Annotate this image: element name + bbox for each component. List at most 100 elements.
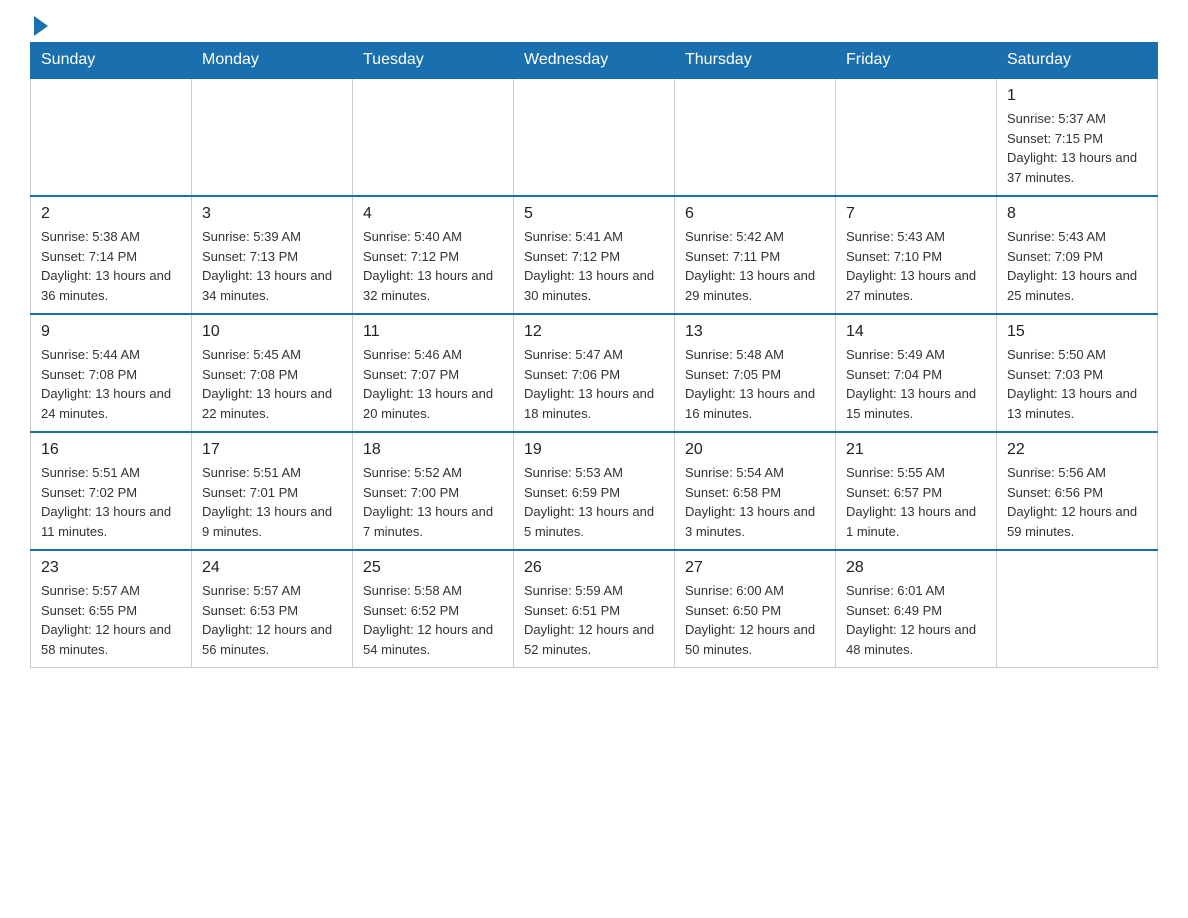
day-number: 20 [685, 441, 825, 459]
calendar-day-cell: 5 Sunrise: 5:41 AMSunset: 7:12 PMDaylight… [514, 196, 675, 314]
page-header [30, 20, 1158, 32]
calendar-week-row: 23 Sunrise: 5:57 AMSunset: 6:55 PMDayligh… [31, 550, 1158, 668]
day-info: Sunrise: 5:51 AMSunset: 7:02 PMDaylight:… [41, 463, 181, 541]
day-info: Sunrise: 5:38 AMSunset: 7:14 PMDaylight:… [41, 227, 181, 305]
day-info: Sunrise: 5:49 AMSunset: 7:04 PMDaylight:… [846, 345, 986, 423]
calendar-day-cell: 27 Sunrise: 6:00 AMSunset: 6:50 PMDayligh… [675, 550, 836, 668]
calendar-day-cell: 20 Sunrise: 5:54 AMSunset: 6:58 PMDayligh… [675, 432, 836, 550]
day-info: Sunrise: 5:43 AMSunset: 7:09 PMDaylight:… [1007, 227, 1147, 305]
day-info: Sunrise: 6:00 AMSunset: 6:50 PMDaylight:… [685, 581, 825, 659]
day-info: Sunrise: 5:59 AMSunset: 6:51 PMDaylight:… [524, 581, 664, 659]
day-number: 6 [685, 205, 825, 223]
calendar-day-cell: 25 Sunrise: 5:58 AMSunset: 6:52 PMDayligh… [353, 550, 514, 668]
day-header-saturday: Saturday [997, 43, 1158, 79]
day-info: Sunrise: 5:51 AMSunset: 7:01 PMDaylight:… [202, 463, 342, 541]
day-info: Sunrise: 5:57 AMSunset: 6:55 PMDaylight:… [41, 581, 181, 659]
calendar-day-cell: 21 Sunrise: 5:55 AMSunset: 6:57 PMDayligh… [836, 432, 997, 550]
day-header-sunday: Sunday [31, 43, 192, 79]
calendar-day-cell: 1 Sunrise: 5:37 AMSunset: 7:15 PMDaylight… [997, 78, 1158, 196]
calendar-day-cell [192, 78, 353, 196]
calendar-week-row: 1 Sunrise: 5:37 AMSunset: 7:15 PMDaylight… [31, 78, 1158, 196]
day-number: 14 [846, 323, 986, 341]
day-info: Sunrise: 5:48 AMSunset: 7:05 PMDaylight:… [685, 345, 825, 423]
calendar-day-cell: 12Sunrise: 5:47 AMSunset: 7:06 PMDayligh… [514, 314, 675, 432]
calendar-day-cell: 24 Sunrise: 5:57 AMSunset: 6:53 PMDayligh… [192, 550, 353, 668]
day-header-thursday: Thursday [675, 43, 836, 79]
calendar-header-row: SundayMondayTuesdayWednesdayThursdayFrid… [31, 43, 1158, 79]
day-number: 25 [363, 559, 503, 577]
calendar-day-cell [997, 550, 1158, 668]
day-header-monday: Monday [192, 43, 353, 79]
calendar-week-row: 9 Sunrise: 5:44 AMSunset: 7:08 PMDaylight… [31, 314, 1158, 432]
day-number: 27 [685, 559, 825, 577]
calendar-day-cell: 6 Sunrise: 5:42 AMSunset: 7:11 PMDaylight… [675, 196, 836, 314]
day-info: Sunrise: 5:52 AMSunset: 7:00 PMDaylight:… [363, 463, 503, 541]
calendar-day-cell: 13 Sunrise: 5:48 AMSunset: 7:05 PMDayligh… [675, 314, 836, 432]
day-info: Sunrise: 6:01 AMSunset: 6:49 PMDaylight:… [846, 581, 986, 659]
logo [30, 20, 48, 32]
calendar-day-cell: 22 Sunrise: 5:56 AMSunset: 6:56 PMDayligh… [997, 432, 1158, 550]
day-number: 8 [1007, 205, 1147, 223]
calendar-day-cell: 8 Sunrise: 5:43 AMSunset: 7:09 PMDaylight… [997, 196, 1158, 314]
calendar-day-cell: 2 Sunrise: 5:38 AMSunset: 7:14 PMDaylight… [31, 196, 192, 314]
logo-arrow-icon [34, 16, 48, 36]
calendar-day-cell: 11Sunrise: 5:46 AMSunset: 7:07 PMDayligh… [353, 314, 514, 432]
day-info: Sunrise: 5:41 AMSunset: 7:12 PMDaylight:… [524, 227, 664, 305]
calendar-day-cell [836, 78, 997, 196]
day-info: Sunrise: 5:46 AMSunset: 7:07 PMDaylight:… [363, 345, 503, 423]
day-number: 10 [202, 323, 342, 341]
day-number: 19 [524, 441, 664, 459]
day-number: 22 [1007, 441, 1147, 459]
day-info: Sunrise: 5:43 AMSunset: 7:10 PMDaylight:… [846, 227, 986, 305]
calendar-day-cell: 17 Sunrise: 5:51 AMSunset: 7:01 PMDayligh… [192, 432, 353, 550]
day-info: Sunrise: 5:53 AMSunset: 6:59 PMDaylight:… [524, 463, 664, 541]
day-info: Sunrise: 5:56 AMSunset: 6:56 PMDaylight:… [1007, 463, 1147, 541]
calendar-day-cell: 28 Sunrise: 6:01 AMSunset: 6:49 PMDayligh… [836, 550, 997, 668]
calendar-day-cell: 19 Sunrise: 5:53 AMSunset: 6:59 PMDayligh… [514, 432, 675, 550]
calendar-day-cell [31, 78, 192, 196]
calendar-day-cell: 16 Sunrise: 5:51 AMSunset: 7:02 PMDayligh… [31, 432, 192, 550]
day-info: Sunrise: 5:44 AMSunset: 7:08 PMDaylight:… [41, 345, 181, 423]
day-number: 13 [685, 323, 825, 341]
calendar-table: SundayMondayTuesdayWednesdayThursdayFrid… [30, 42, 1158, 668]
calendar-day-cell: 7 Sunrise: 5:43 AMSunset: 7:10 PMDaylight… [836, 196, 997, 314]
day-info: Sunrise: 5:42 AMSunset: 7:11 PMDaylight:… [685, 227, 825, 305]
day-info: Sunrise: 5:40 AMSunset: 7:12 PMDaylight:… [363, 227, 503, 305]
day-number: 9 [41, 323, 181, 341]
day-number: 28 [846, 559, 986, 577]
calendar-day-cell: 14 Sunrise: 5:49 AMSunset: 7:04 PMDayligh… [836, 314, 997, 432]
day-number: 5 [524, 205, 664, 223]
day-number: 24 [202, 559, 342, 577]
calendar-day-cell: 26 Sunrise: 5:59 AMSunset: 6:51 PMDayligh… [514, 550, 675, 668]
calendar-day-cell: 15 Sunrise: 5:50 AMSunset: 7:03 PMDayligh… [997, 314, 1158, 432]
day-number: 26 [524, 559, 664, 577]
calendar-day-cell: 9 Sunrise: 5:44 AMSunset: 7:08 PMDaylight… [31, 314, 192, 432]
day-info: Sunrise: 5:54 AMSunset: 6:58 PMDaylight:… [685, 463, 825, 541]
day-info: Sunrise: 5:55 AMSunset: 6:57 PMDaylight:… [846, 463, 986, 541]
calendar-week-row: 16 Sunrise: 5:51 AMSunset: 7:02 PMDayligh… [31, 432, 1158, 550]
day-header-wednesday: Wednesday [514, 43, 675, 79]
day-number: 4 [363, 205, 503, 223]
day-info: Sunrise: 5:57 AMSunset: 6:53 PMDaylight:… [202, 581, 342, 659]
day-number: 23 [41, 559, 181, 577]
day-info: Sunrise: 5:37 AMSunset: 7:15 PMDaylight:… [1007, 109, 1147, 187]
day-number: 17 [202, 441, 342, 459]
day-number: 16 [41, 441, 181, 459]
day-number: 3 [202, 205, 342, 223]
day-info: Sunrise: 5:45 AMSunset: 7:08 PMDaylight:… [202, 345, 342, 423]
day-number: 18 [363, 441, 503, 459]
day-info: Sunrise: 5:50 AMSunset: 7:03 PMDaylight:… [1007, 345, 1147, 423]
calendar-day-cell: 18 Sunrise: 5:52 AMSunset: 7:00 PMDayligh… [353, 432, 514, 550]
calendar-day-cell: 23 Sunrise: 5:57 AMSunset: 6:55 PMDayligh… [31, 550, 192, 668]
calendar-day-cell [675, 78, 836, 196]
day-number: 1 [1007, 87, 1147, 105]
day-number: 12 [524, 323, 664, 341]
day-header-tuesday: Tuesday [353, 43, 514, 79]
calendar-day-cell: 10 Sunrise: 5:45 AMSunset: 7:08 PMDayligh… [192, 314, 353, 432]
day-number: 2 [41, 205, 181, 223]
day-number: 7 [846, 205, 986, 223]
day-number: 15 [1007, 323, 1147, 341]
day-number: 21 [846, 441, 986, 459]
day-info: Sunrise: 5:58 AMSunset: 6:52 PMDaylight:… [363, 581, 503, 659]
calendar-week-row: 2 Sunrise: 5:38 AMSunset: 7:14 PMDaylight… [31, 196, 1158, 314]
